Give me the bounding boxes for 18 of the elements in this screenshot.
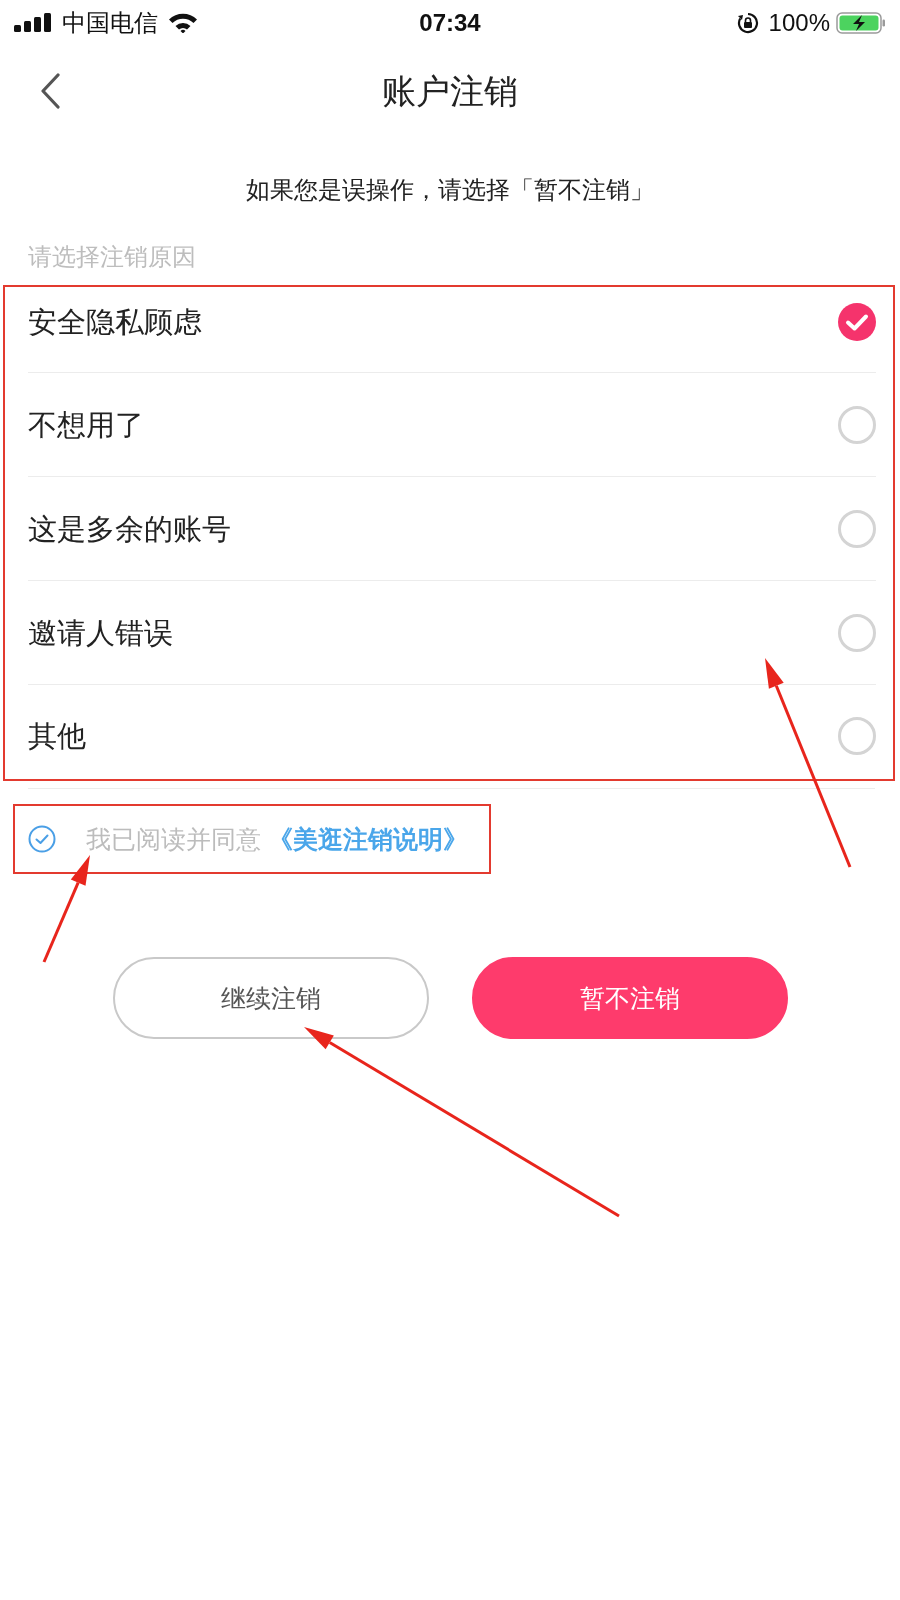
notice-text: 如果您是误操作，请选择「暂不注销」 — [245, 175, 655, 205]
continue-button[interactable]: 继续注销 — [112, 957, 429, 1039]
reason-option[interactable]: 安全隐私顾虑 — [28, 287, 876, 373]
signal-bars-icon — [14, 13, 52, 32]
reason-option[interactable]: 不想用了 — [28, 373, 876, 477]
carrier-name: 中国电信 — [62, 7, 158, 38]
reason-option[interactable]: 其他 — [28, 685, 876, 779]
section-heading: 请选择注销原因 — [28, 242, 197, 272]
battery-percent: 100% — [768, 7, 830, 38]
charging-battery-icon — [836, 11, 886, 34]
rotation-lock-icon — [736, 11, 759, 34]
check-circle-checkbox[interactable] — [28, 825, 56, 853]
back-chevron-icon[interactable] — [40, 73, 60, 109]
page-title: 账户注销 — [382, 71, 518, 112]
agreement-text: 我已阅读并同意 《美逛注销说明》 — [86, 824, 468, 855]
clock-time: 07:34 — [419, 7, 481, 38]
reason-option[interactable]: 这是多余的账号 — [28, 477, 876, 581]
wifi-icon — [168, 12, 198, 33]
